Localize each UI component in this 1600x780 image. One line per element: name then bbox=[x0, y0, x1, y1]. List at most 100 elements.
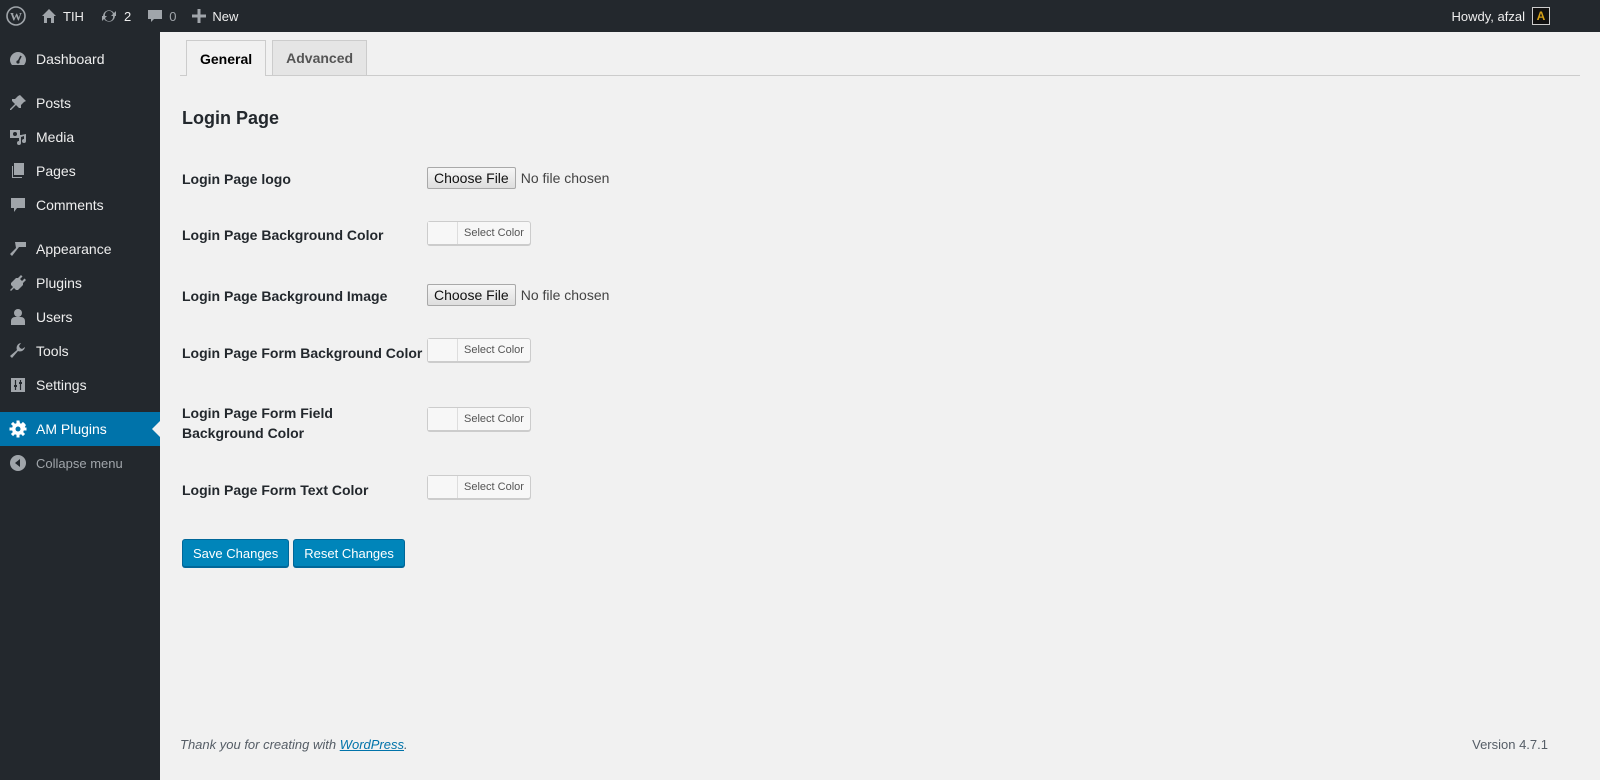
user-icon bbox=[0, 308, 36, 326]
comments-link[interactable]: 0 bbox=[139, 0, 184, 32]
select-color-button[interactable]: Select Color bbox=[427, 338, 531, 362]
media-icon bbox=[0, 128, 36, 146]
admin-bar: W TIH 2 0 New Howdy, afzal A bbox=[0, 0, 1600, 32]
field-login-logo: Login Page logo Choose File No file chos… bbox=[182, 167, 609, 189]
save-changes-button[interactable]: Save Changes bbox=[182, 539, 290, 567]
sidebar-item-posts[interactable]: Posts bbox=[0, 86, 160, 120]
sidebar-item-appearance[interactable]: Appearance bbox=[0, 232, 160, 266]
menu-separator bbox=[0, 76, 160, 86]
wrench-icon bbox=[0, 342, 36, 360]
svg-text:W: W bbox=[10, 10, 22, 24]
wordpress-logo-button[interactable]: W bbox=[0, 0, 33, 32]
field-label: Login Page Background Image bbox=[182, 288, 388, 304]
gear-icon bbox=[0, 420, 36, 438]
login-bg-image-file-input[interactable]: Choose File No file chosen bbox=[427, 284, 609, 306]
menu-separator bbox=[0, 222, 160, 232]
color-swatch bbox=[428, 476, 458, 498]
choose-file-button[interactable]: Choose File bbox=[427, 284, 516, 306]
reset-changes-button[interactable]: Reset Changes bbox=[293, 539, 405, 567]
comments-count: 0 bbox=[169, 8, 177, 24]
footer-version: Version 4.7.1 bbox=[1472, 737, 1548, 752]
pin-icon bbox=[0, 94, 36, 112]
sidebar-label: Collapse menu bbox=[36, 455, 123, 471]
field-label: Login Page Form Field Background Color bbox=[182, 405, 333, 441]
field-login-bg-color: Login Page Background Color Select Color bbox=[182, 221, 531, 245]
field-label: Login Page logo bbox=[182, 171, 291, 187]
select-color-label: Select Color bbox=[464, 413, 524, 425]
sidebar-item-dashboard[interactable]: Dashboard bbox=[0, 42, 160, 76]
sidebar-label: Tools bbox=[36, 343, 69, 359]
sidebar-label: Dashboard bbox=[36, 51, 105, 67]
select-color-button[interactable]: Select Color bbox=[427, 221, 531, 245]
footer-thanks-suffix: . bbox=[404, 737, 408, 752]
sidebar-label: Appearance bbox=[36, 241, 112, 257]
sidebar-label: Users bbox=[36, 309, 73, 325]
collapse-icon bbox=[0, 454, 36, 472]
home-icon bbox=[41, 8, 57, 24]
sidebar-item-am-plugins[interactable]: AM Plugins bbox=[0, 412, 160, 446]
updates-link[interactable]: 2 bbox=[92, 0, 139, 32]
greeting: Howdy, afzal bbox=[1451, 8, 1525, 24]
section-title: Login Page bbox=[182, 108, 280, 128]
field-form-text-color: Login Page Form Text Color Select Color bbox=[182, 475, 531, 500]
collapse-menu-button[interactable]: Collapse menu bbox=[0, 446, 160, 480]
field-label: Login Page Form Background Color bbox=[182, 345, 423, 361]
select-color-label: Select Color bbox=[464, 344, 524, 356]
dashboard-icon bbox=[0, 50, 36, 68]
sidebar-label: Plugins bbox=[36, 275, 82, 291]
footer-thanks-text: Thank you for creating with bbox=[180, 737, 340, 752]
field-login-bg-image: Login Page Background Image Choose File … bbox=[182, 284, 609, 306]
tab-advanced[interactable]: Advanced bbox=[272, 40, 368, 75]
choose-file-button[interactable]: Choose File bbox=[427, 167, 516, 189]
avatar: A bbox=[1532, 7, 1550, 25]
sidebar-item-settings[interactable]: Settings bbox=[0, 368, 160, 402]
select-color-button[interactable]: Select Color bbox=[427, 475, 531, 499]
admin-sidebar: Dashboard Posts Media Pages Comments App… bbox=[0, 32, 160, 780]
sidebar-label: Comments bbox=[36, 197, 104, 213]
sidebar-label: Media bbox=[36, 129, 75, 145]
sidebar-item-media[interactable]: Media bbox=[0, 120, 160, 154]
brush-icon bbox=[0, 240, 36, 258]
color-swatch bbox=[428, 408, 458, 430]
login-logo-file-input[interactable]: Choose File No file chosen bbox=[427, 167, 609, 189]
updates-count: 2 bbox=[123, 8, 132, 24]
file-status: No file chosen bbox=[520, 287, 610, 303]
select-color-label: Select Color bbox=[464, 227, 524, 239]
settings-icon bbox=[0, 376, 36, 394]
sidebar-item-pages[interactable]: Pages bbox=[0, 154, 160, 188]
form-actions: Save Changes Reset Changes bbox=[182, 539, 409, 567]
plug-icon bbox=[0, 274, 36, 292]
footer: Thank you for creating with WordPress. V… bbox=[180, 737, 1580, 752]
comment-icon bbox=[147, 8, 163, 24]
tab-bar: General Advanced bbox=[180, 40, 1580, 76]
site-name-link[interactable]: TIH bbox=[33, 0, 92, 32]
sidebar-item-tools[interactable]: Tools bbox=[0, 334, 160, 368]
sidebar-label: Settings bbox=[36, 377, 87, 393]
sidebar-label: Posts bbox=[36, 95, 72, 111]
field-form-bg-color: Login Page Form Background Color Select … bbox=[182, 338, 531, 363]
sidebar-item-users[interactable]: Users bbox=[0, 300, 160, 334]
sidebar-item-plugins[interactable]: Plugins bbox=[0, 266, 160, 300]
menu-separator bbox=[0, 402, 160, 412]
new-label: New bbox=[212, 8, 239, 24]
site-name: TIH bbox=[63, 8, 84, 24]
wordpress-link[interactable]: WordPress bbox=[340, 737, 404, 752]
pages-icon bbox=[0, 162, 36, 180]
select-color-button[interactable]: Select Color bbox=[427, 407, 531, 431]
wordpress-logo-icon: W bbox=[6, 6, 26, 26]
select-color-label: Select Color bbox=[464, 481, 524, 493]
new-content-link[interactable]: New bbox=[184, 0, 246, 32]
sidebar-item-comments[interactable]: Comments bbox=[0, 188, 160, 222]
account-menu[interactable]: Howdy, afzal A bbox=[1444, 0, 1558, 32]
updates-icon bbox=[100, 8, 118, 24]
color-swatch bbox=[428, 222, 458, 244]
plus-icon bbox=[192, 9, 207, 23]
comment-icon bbox=[0, 196, 36, 214]
field-form-field-bg-color: Login Page Form Field Background Color S… bbox=[182, 403, 531, 443]
tab-general[interactable]: General bbox=[186, 40, 267, 76]
file-status: No file chosen bbox=[520, 170, 610, 186]
footer-thanks: Thank you for creating with WordPress. bbox=[180, 737, 408, 752]
main-content: General Advanced Login Page Login Page l… bbox=[160, 32, 1600, 780]
sidebar-label: AM Plugins bbox=[36, 421, 107, 437]
sidebar-label: Pages bbox=[36, 163, 76, 179]
